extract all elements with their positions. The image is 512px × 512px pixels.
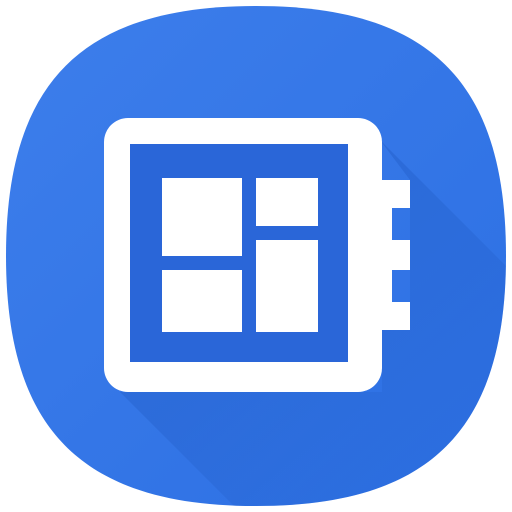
connector-pins-icon bbox=[382, 180, 410, 330]
device-frame-icon bbox=[104, 118, 410, 392]
tile-grid-icon bbox=[162, 178, 318, 332]
app-icon-graphic bbox=[6, 6, 506, 506]
app-icon[interactable] bbox=[0, 0, 512, 512]
